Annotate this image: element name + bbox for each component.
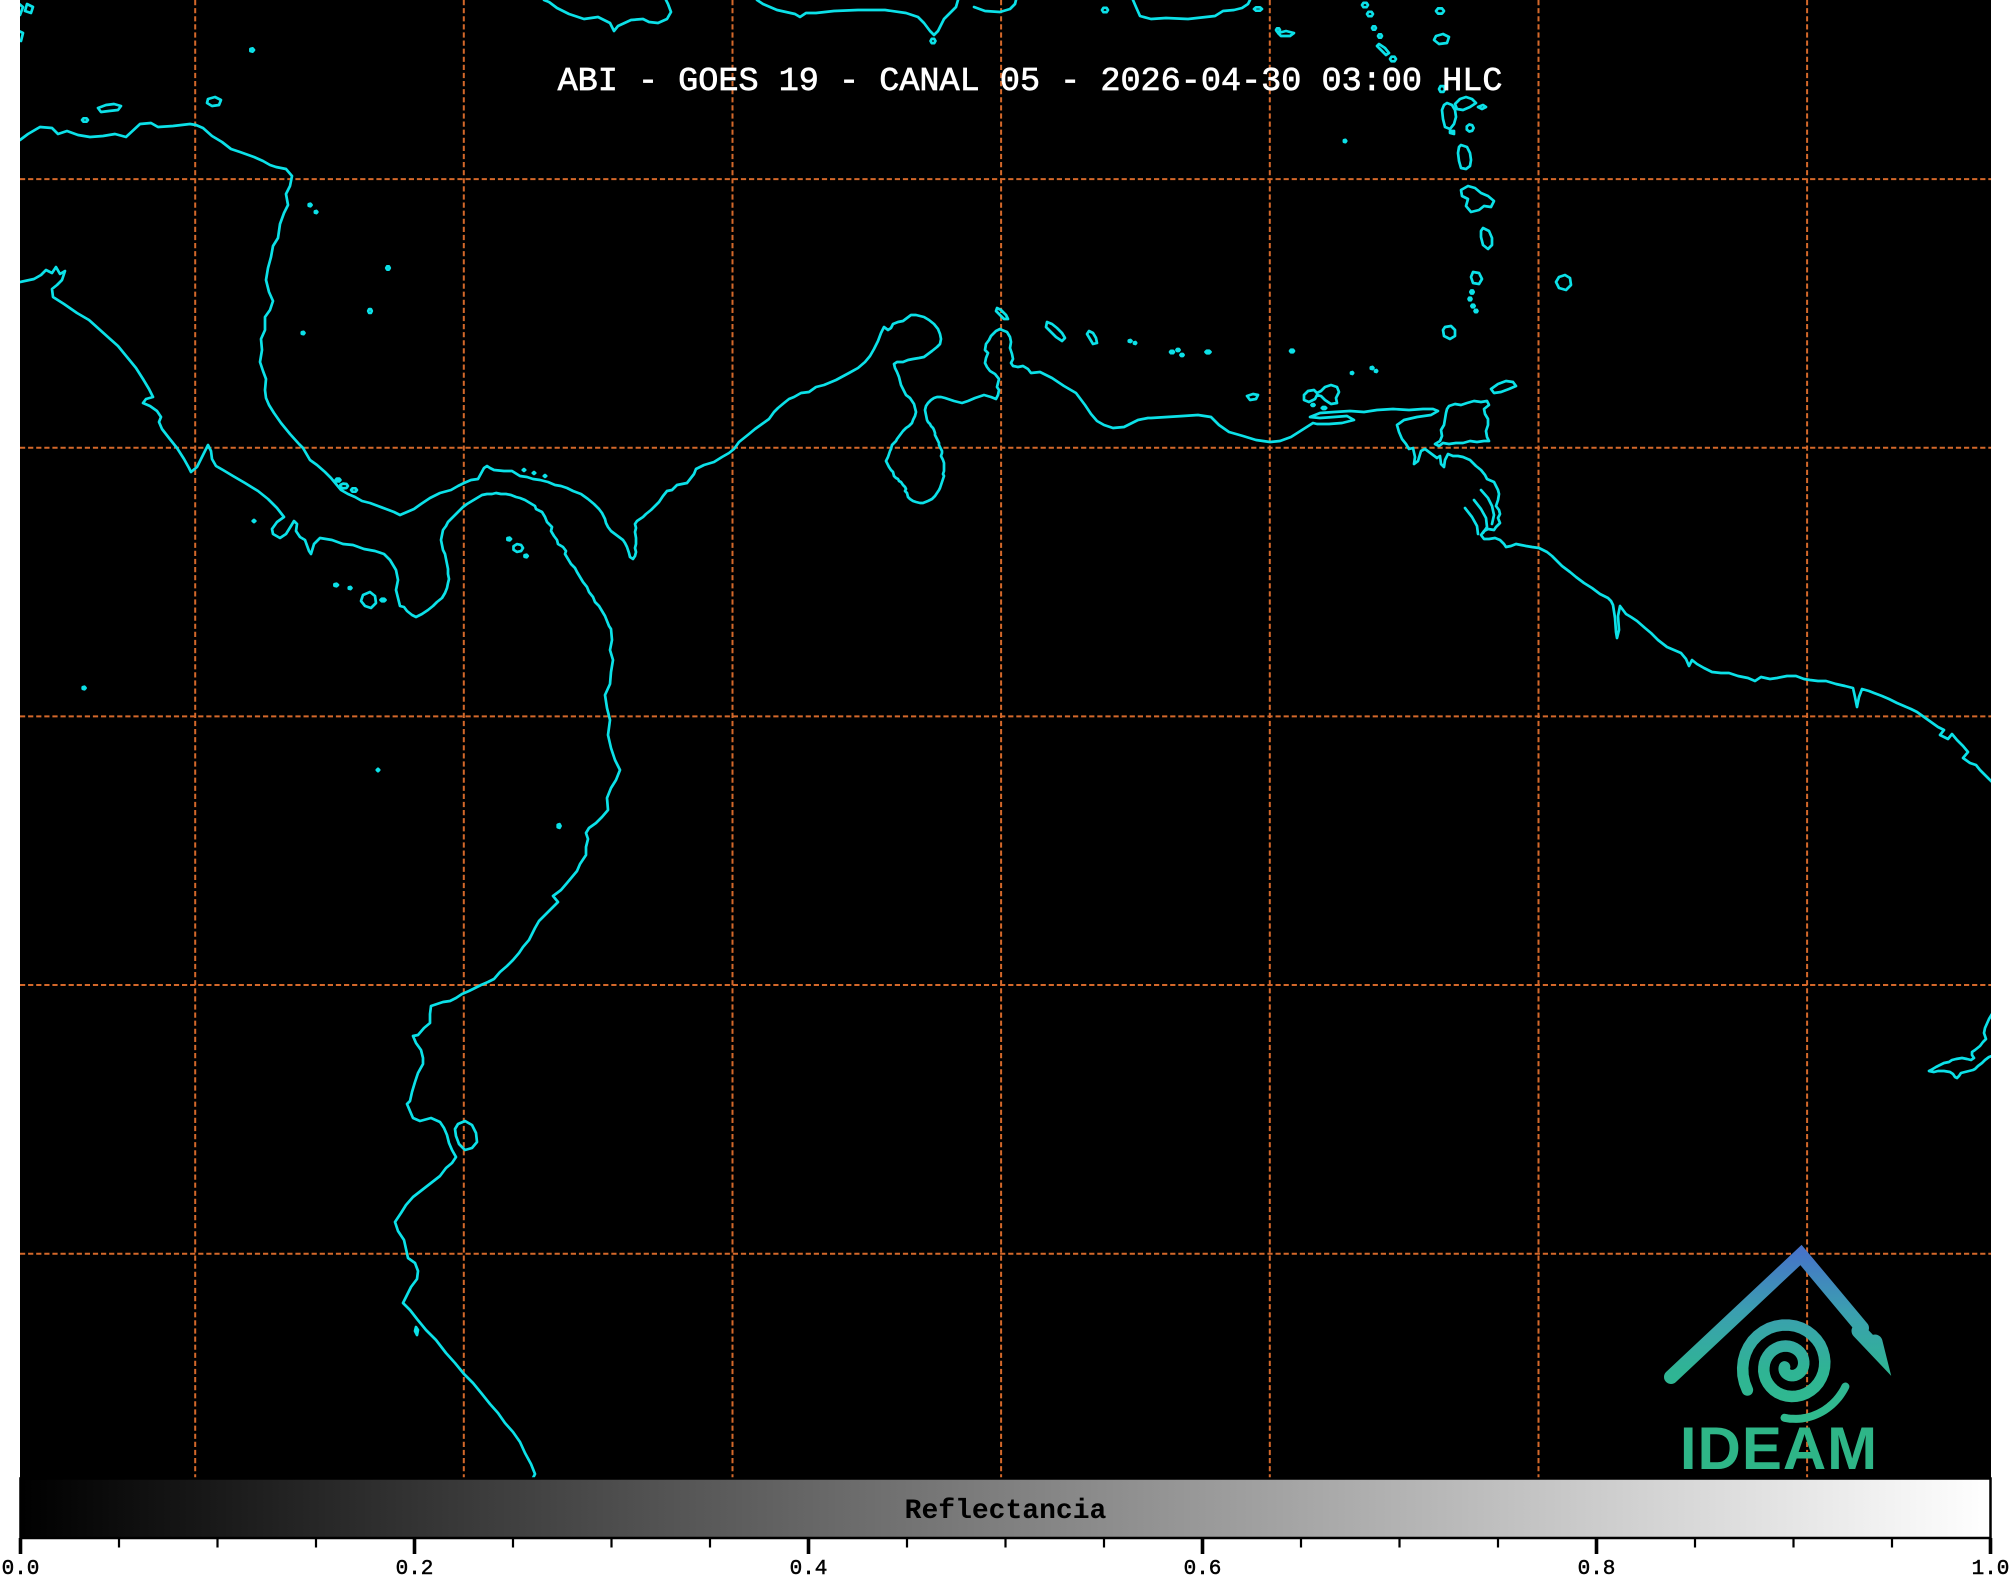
svg-text:0.6: 0.6 <box>1184 1558 1222 1577</box>
svg-text:0.4: 0.4 <box>790 1558 828 1577</box>
svg-text:ABI - GOES 19 - CANAL 05 - 202: ABI - GOES 19 - CANAL 05 - 2026-04-30 03… <box>558 63 1503 101</box>
svg-text:0.2: 0.2 <box>396 1558 434 1577</box>
svg-text:0.8: 0.8 <box>1578 1558 1616 1577</box>
svg-text:Reflectancia: Reflectancia <box>905 1496 1107 1527</box>
svg-text:IDEAM: IDEAM <box>1680 1415 1878 1482</box>
svg-text:0.0: 0.0 <box>2 1558 40 1577</box>
svg-text:1.0: 1.0 <box>1972 1558 2010 1577</box>
